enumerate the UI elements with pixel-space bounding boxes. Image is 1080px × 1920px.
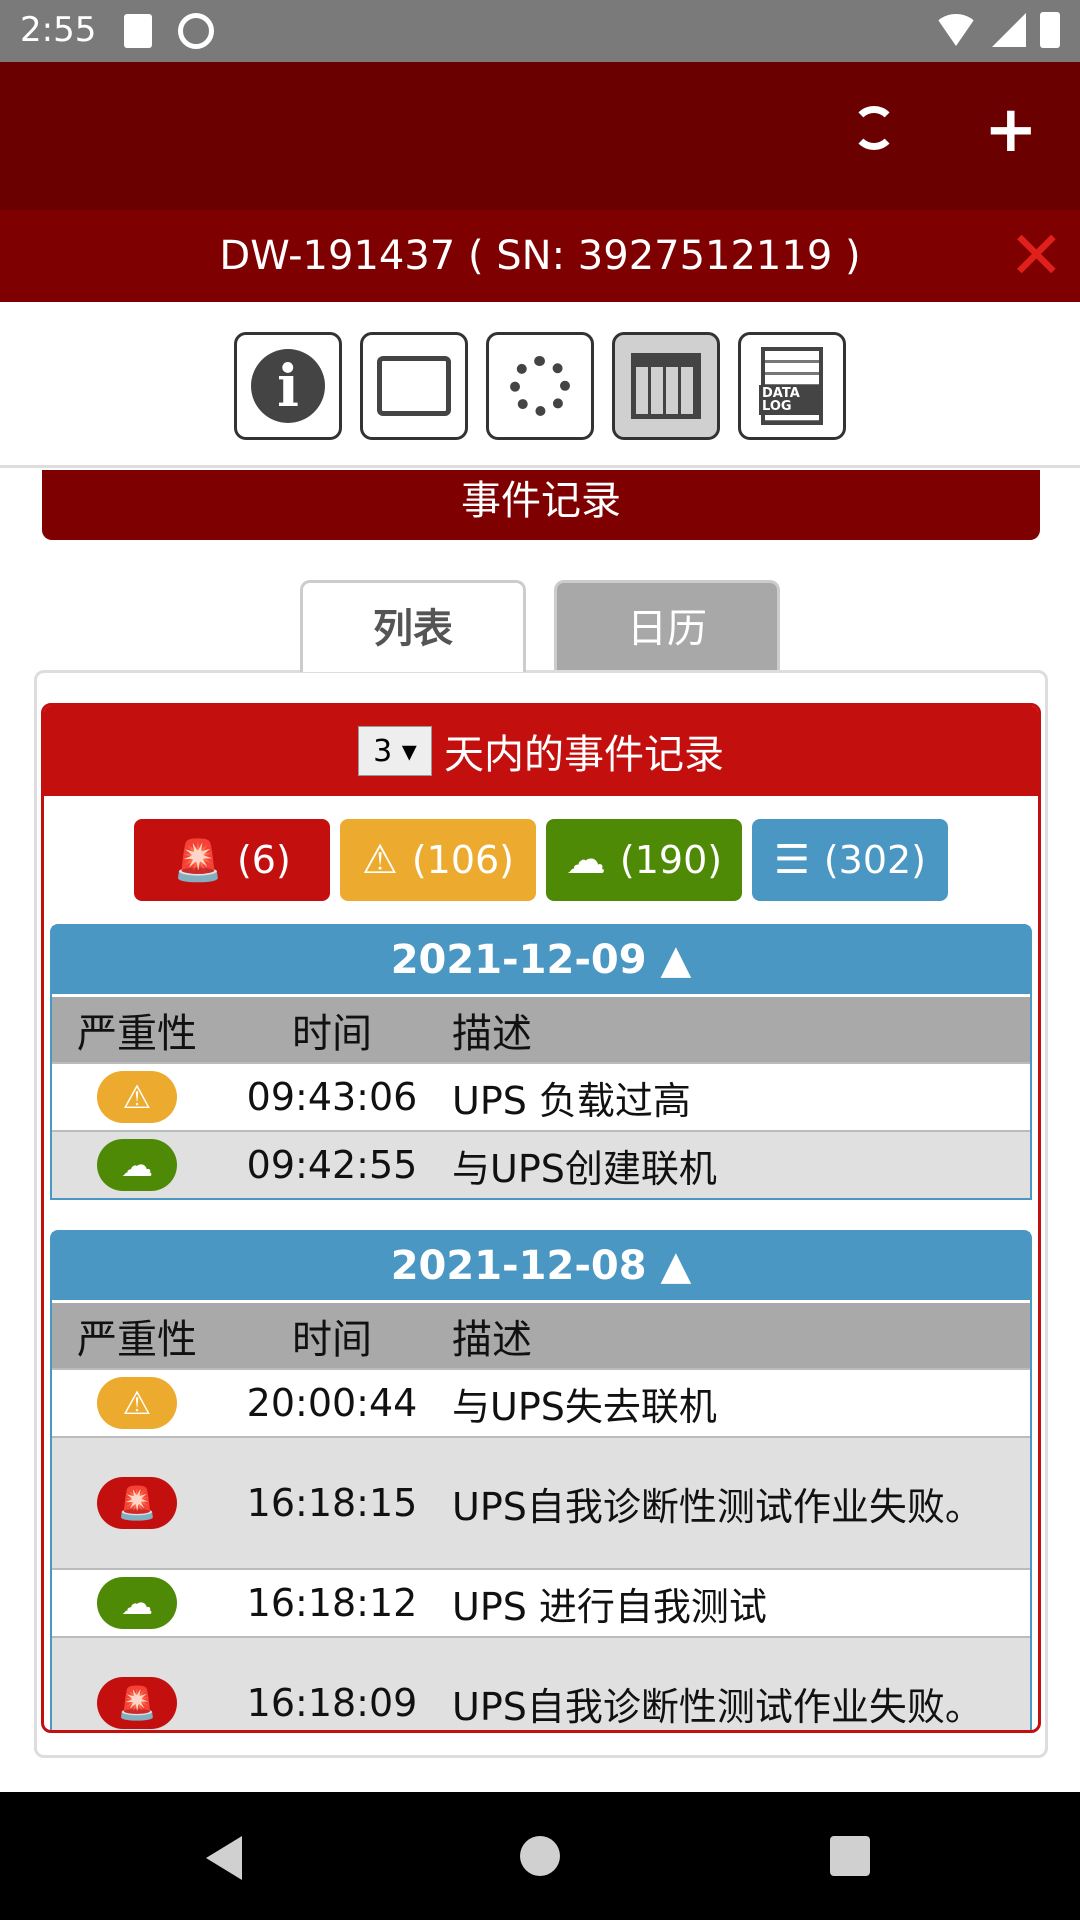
filter-warning-button[interactable]: ⚠ (106)	[340, 819, 536, 901]
data-log-icon: DATA LOG	[759, 347, 823, 425]
settings-icon	[510, 356, 570, 416]
tab-calendar[interactable]: 日历	[554, 580, 780, 672]
event-list: 3 ▾ 天内的事件记录 🚨 (6) ⚠ (106) ☁ (190) ☰ (302…	[41, 703, 1041, 1733]
sd-card-icon	[124, 14, 152, 48]
signal-icon	[992, 13, 1026, 47]
warning-icon: ⚠	[97, 1377, 177, 1429]
status-time: 2:55	[20, 10, 97, 50]
back-icon[interactable]	[206, 1836, 242, 1880]
status-bar: 2:55	[0, 0, 1080, 62]
day-group: 2021-12-09 ▲ 严重性 时间 描述 ⚠ 09:43:06 UPS 负载…	[50, 924, 1032, 1200]
event-description: 与UPS创建联机	[452, 1146, 717, 1191]
cloud-icon: ☁	[97, 1139, 177, 1191]
wifi-icon	[934, 14, 978, 46]
column-description: 描述	[452, 1316, 532, 1363]
info-button[interactable]: i	[234, 332, 342, 440]
tab-panel: 3 ▾ 天内的事件记录 🚨 (6) ⚠ (106) ☁ (190) ☰ (302…	[34, 670, 1048, 1758]
data-log-button[interactable]: DATA LOG	[738, 332, 846, 440]
event-time: 16:18:09	[246, 1681, 418, 1725]
monitor-icon	[377, 356, 451, 416]
warning-icon: ⚠	[361, 837, 398, 883]
table-row: 🚨 16:18:09 UPS自我诊断性测试作业失败。	[52, 1636, 1030, 1730]
filter-warning-count: (106)	[411, 838, 515, 882]
list-icon: ☰	[773, 837, 810, 883]
event-calendar-icon	[631, 353, 701, 419]
cloud-icon: ☁	[97, 1577, 177, 1629]
day-header[interactable]: 2021-12-08 ▲	[52, 1232, 1030, 1300]
table-row: ⚠ 09:43:06 UPS 负载过高	[52, 1062, 1030, 1130]
event-time: 09:43:06	[246, 1075, 418, 1119]
column-description: 描述	[452, 1010, 532, 1057]
column-headers: 严重性 时间 描述	[52, 994, 1030, 1062]
event-time: 16:18:12	[246, 1581, 418, 1625]
day-header[interactable]: 2021-12-09 ▲	[52, 926, 1030, 994]
device-title: DW-191437 ( SN: 3927512119 )	[219, 233, 861, 279]
warning-icon: ⚠	[97, 1071, 177, 1123]
column-headers: 严重性 时间 描述	[52, 1300, 1030, 1368]
cloud-icon: ☁	[565, 837, 606, 883]
close-icon[interactable]: ✕	[1009, 210, 1064, 302]
data-log-label: DATA LOG	[759, 385, 819, 415]
event-description: UPS自我诊断性测试作业失败。	[452, 1484, 983, 1529]
event-time: 20:00:44	[246, 1381, 418, 1425]
event-description: UPS自我诊断性测试作业失败。	[452, 1684, 983, 1729]
battery-icon	[1040, 12, 1060, 48]
add-icon[interactable]: +	[984, 98, 1038, 162]
event-time: 09:42:55	[246, 1143, 418, 1187]
filter-critical-button[interactable]: 🚨 (6)	[134, 819, 330, 901]
event-time: 16:18:15	[246, 1481, 418, 1525]
alarm-icon: 🚨	[97, 1477, 177, 1529]
toolbar: i DATA LOG	[0, 302, 1080, 468]
filter-info-count: (190)	[619, 838, 723, 882]
event-description: UPS 负载过高	[452, 1078, 691, 1123]
events-header: 3 ▾ 天内的事件记录	[44, 706, 1038, 796]
do-not-disturb-icon	[178, 13, 214, 49]
settings-button[interactable]	[486, 332, 594, 440]
app-bar: +	[0, 62, 1080, 210]
filter-all-count: (302)	[823, 838, 927, 882]
column-time: 时间	[292, 1316, 372, 1363]
day-group: 2021-12-08 ▲ 严重性 时间 描述 ⚠ 20:00:44 与UPS失去…	[50, 1230, 1032, 1730]
table-row: ⚠ 20:00:44 与UPS失去联机	[52, 1368, 1030, 1436]
section-title: 事件记录	[42, 470, 1040, 540]
event-description: UPS 进行自我测试	[452, 1584, 767, 1629]
events-header-label: 天内的事件记录	[444, 732, 724, 778]
column-severity: 严重性	[77, 1010, 197, 1057]
recents-icon[interactable]	[830, 1836, 870, 1876]
monitor-button[interactable]	[360, 332, 468, 440]
table-row: 🚨 16:18:15 UPS自我诊断性测试作业失败。	[52, 1436, 1030, 1568]
tab-bar: 列表 日历	[0, 580, 1080, 672]
system-nav-bar	[0, 1792, 1080, 1920]
column-severity: 严重性	[77, 1316, 197, 1363]
alarm-icon: 🚨	[173, 837, 223, 884]
severity-filters: 🚨 (6) ⚠ (106) ☁ (190) ☰ (302)	[44, 796, 1038, 924]
event-description: 与UPS失去联机	[452, 1384, 717, 1429]
home-icon[interactable]	[520, 1836, 560, 1876]
days-select[interactable]: 3 ▾	[358, 726, 432, 776]
column-time: 时间	[292, 1010, 372, 1057]
filter-info-button[interactable]: ☁ (190)	[546, 819, 742, 901]
alarm-icon: 🚨	[97, 1677, 177, 1729]
filter-all-button[interactable]: ☰ (302)	[752, 819, 948, 901]
table-row: ☁ 09:42:55 与UPS创建联机	[52, 1130, 1030, 1198]
info-icon: i	[251, 349, 325, 423]
filter-critical-count: (6)	[236, 838, 291, 882]
device-header: DW-191437 ( SN: 3927512119 ) ✕	[0, 210, 1080, 302]
table-row: ☁ 16:18:12 UPS 进行自我测试	[52, 1568, 1030, 1636]
tab-list[interactable]: 列表	[300, 580, 526, 672]
refresh-icon[interactable]	[852, 106, 896, 150]
event-log-button[interactable]	[612, 332, 720, 440]
